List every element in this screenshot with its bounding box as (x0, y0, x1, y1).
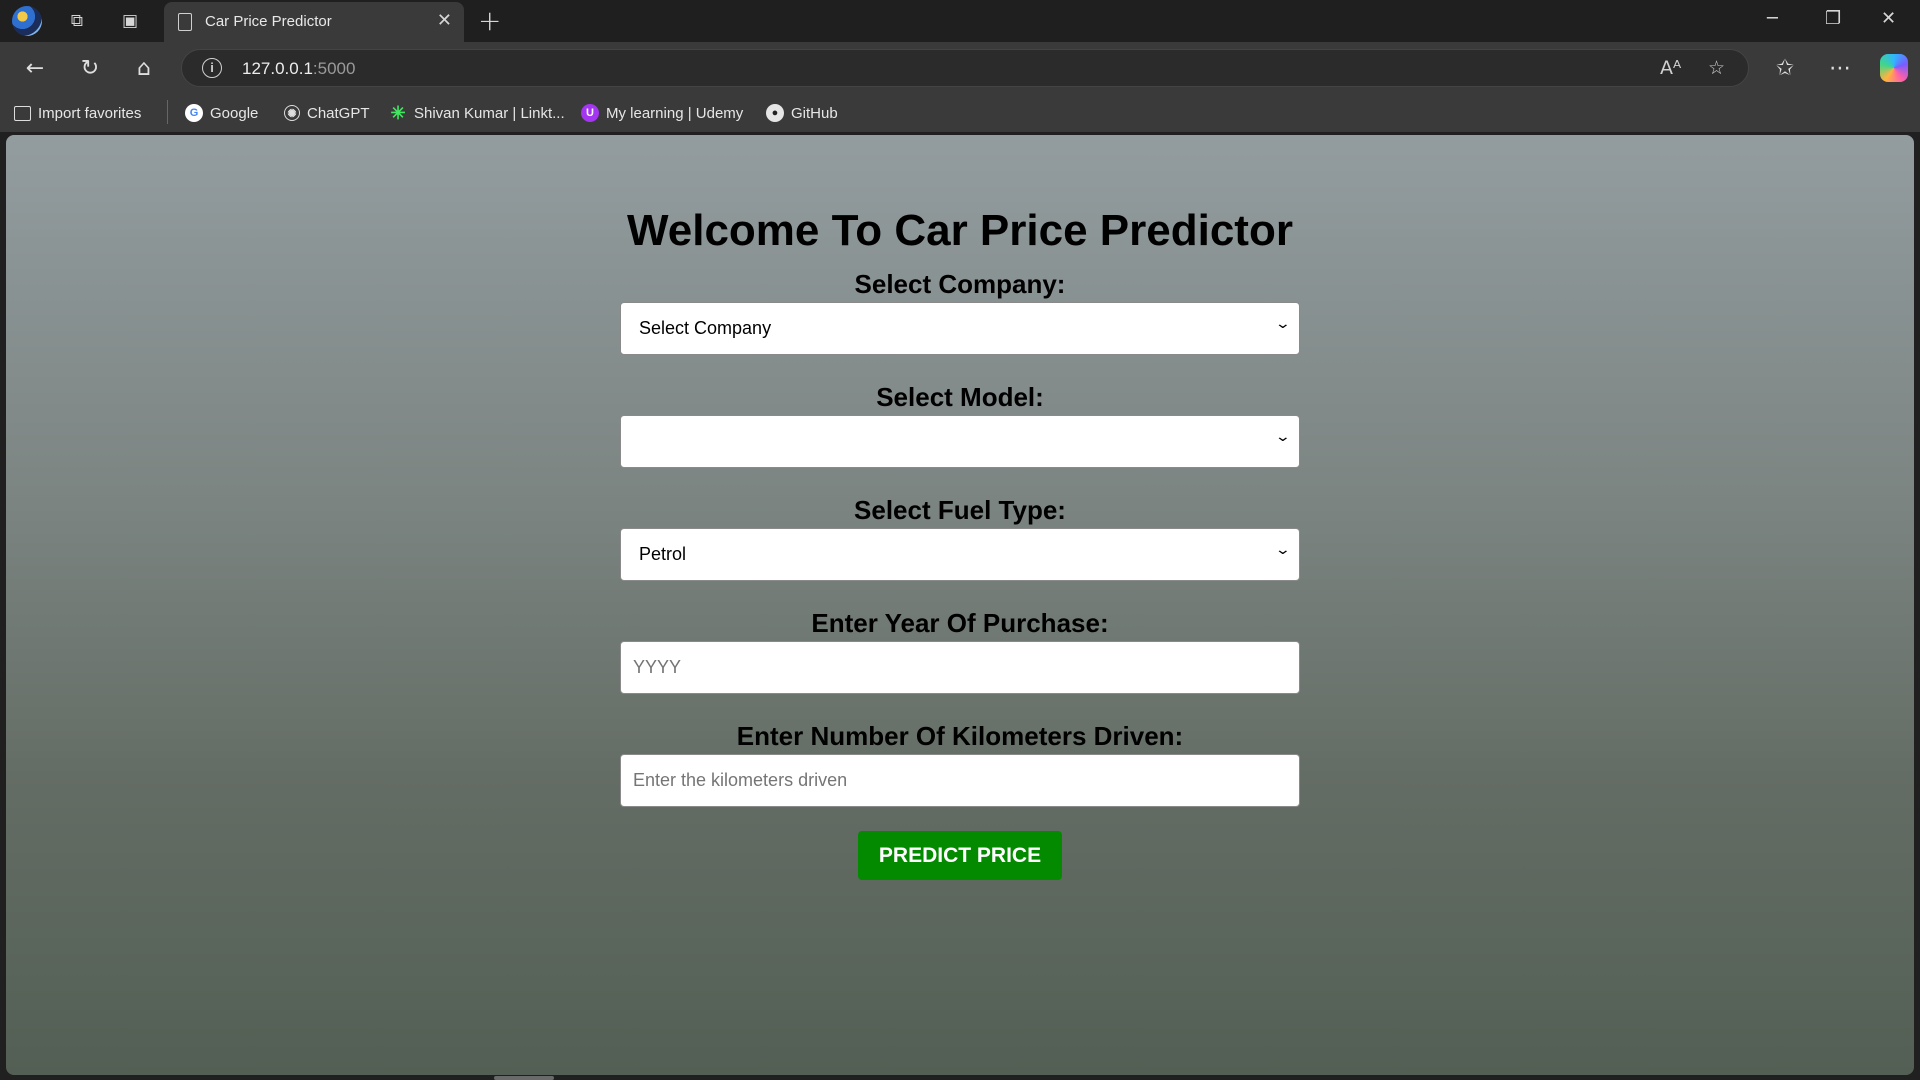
minimize-icon[interactable]: ─ (1767, 8, 1778, 29)
address-bar[interactable]: i 127.0.0.1:5000 Aᴬ ☆ (181, 49, 1749, 87)
favorite-label: GitHub (791, 104, 838, 122)
chevron-down-icon: ⌄ (1274, 429, 1292, 445)
chevron-down-icon: ⌄ (1274, 542, 1292, 558)
workspaces-icon[interactable]: ⧉ (64, 8, 90, 34)
github-icon: ● (766, 104, 784, 122)
copilot-icon[interactable] (1880, 54, 1908, 82)
favorites-icon[interactable]: ✩ (1770, 53, 1800, 83)
refresh-icon[interactable]: ↻ (75, 53, 105, 83)
profile-avatar[interactable] (12, 6, 42, 36)
company-selected-value: Select Company (639, 318, 772, 338)
favorite-udemy[interactable]: U My learning | Udemy (581, 102, 743, 124)
tab-title: Car Price Predictor (205, 13, 332, 30)
favorite-label: My learning | Udemy (606, 104, 744, 122)
restore-icon[interactable]: ❐ (1825, 8, 1841, 29)
close-tab-icon[interactable]: ✕ (437, 10, 452, 31)
vertical-tabs-icon[interactable]: ▣ (117, 8, 143, 34)
fuel-label: Select Fuel Type: (854, 495, 1066, 525)
fuel-type-select[interactable]: Petrol ⌄ (620, 528, 1300, 581)
predictor-form: Welcome To Car Price Predictor Select Co… (620, 201, 1300, 880)
model-label: Select Model: (876, 382, 1044, 412)
horizontal-scrollbar[interactable] (494, 1076, 554, 1080)
favorite-github[interactable]: ● GitHub (766, 102, 838, 124)
fuel-selected-value: Petrol (639, 544, 687, 564)
chatgpt-icon: ✺ (284, 105, 300, 121)
favorite-import[interactable]: Import favorites (14, 102, 141, 124)
kilometers-placeholder: Enter the kilometers driven (633, 770, 848, 790)
favorite-google[interactable]: G Google (185, 102, 258, 124)
favorite-star-icon[interactable]: ☆ (1708, 57, 1725, 79)
favorite-label: Import favorites (38, 104, 142, 122)
favorite-label: ChatGPT (307, 104, 370, 122)
tab-strip: ⧉ ▣ Car Price Predictor ✕ + ─ ❐ ✕ (0, 0, 1920, 42)
import-icon (14, 105, 31, 121)
navigation-bar: ← ↻ ⌂ i 127.0.0.1:5000 Aᴬ ☆ ✩ ⋯ (0, 42, 1920, 92)
page-viewport: Welcome To Car Price Predictor Select Co… (6, 135, 1914, 1075)
favorite-chatgpt[interactable]: ✺ ChatGPT (284, 102, 370, 124)
close-window-icon[interactable]: ✕ (1881, 8, 1896, 29)
kilometers-input[interactable]: Enter the kilometers driven (620, 754, 1300, 807)
udemy-icon: U (581, 104, 599, 122)
page-icon (178, 13, 192, 31)
favorites-divider (167, 100, 168, 124)
predict-price-button[interactable]: PREDICT PRICE (858, 831, 1062, 880)
chevron-down-icon: ⌄ (1274, 316, 1292, 332)
year-placeholder: YYYY (633, 657, 682, 677)
favorites-bar: Import favorites G Google ✺ ChatGPT ✳ Sh… (0, 92, 1920, 132)
home-icon[interactable]: ⌂ (129, 53, 159, 83)
model-select[interactable]: ⌄ (620, 415, 1300, 468)
read-aloud-icon[interactable]: Aᴬ (1660, 57, 1681, 79)
favorite-label: Shivan Kumar | Linkt... (414, 104, 565, 122)
back-icon[interactable]: ← (20, 53, 50, 83)
site-info-icon[interactable]: i (202, 58, 222, 78)
company-label: Select Company: (854, 269, 1066, 299)
favorite-linktree[interactable]: ✳ Shivan Kumar | Linkt... (389, 102, 565, 124)
linktree-icon: ✳ (390, 102, 406, 123)
new-tab-icon[interactable]: + (478, 4, 501, 37)
google-icon: G (185, 104, 203, 122)
company-select[interactable]: Select Company ⌄ (620, 302, 1300, 355)
more-options-icon[interactable]: ⋯ (1825, 53, 1855, 83)
year-input[interactable]: YYYY (620, 641, 1300, 694)
url-text[interactable]: 127.0.0.1:5000 (242, 59, 355, 79)
kilometers-label: Enter Number Of Kilometers Driven: (736, 721, 1184, 751)
active-tab[interactable]: Car Price Predictor ✕ (164, 2, 464, 42)
year-label: Enter Year Of Purchase: (811, 608, 1109, 638)
favorite-label: Google (210, 104, 259, 122)
page-title: Welcome To Car Price Predictor (627, 206, 1293, 255)
